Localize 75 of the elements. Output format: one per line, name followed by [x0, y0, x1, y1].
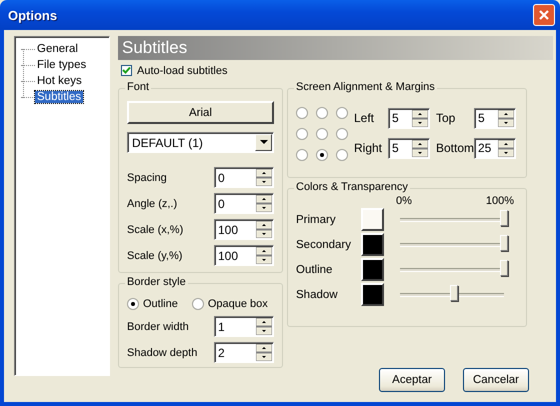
color-swatch[interactable]	[361, 208, 384, 231]
spin-field[interactable]: 5	[388, 108, 430, 128]
page-header: Subtitles	[118, 36, 553, 60]
spin-arrows-icon[interactable]	[256, 221, 272, 238]
checkbox-label[interactable]: Auto-load subtitles	[137, 64, 228, 76]
font-button[interactable]: Arial	[127, 101, 274, 124]
field-label: Spacing	[127, 172, 167, 184]
group-title: Border style	[125, 276, 188, 288]
spin-arrows-icon[interactable]	[498, 110, 514, 126]
window-title: Options	[8, 8, 58, 22]
spin-field[interactable]: 0	[214, 193, 274, 214]
tree-item[interactable]: General	[35, 43, 80, 55]
color-label: Outline	[296, 264, 334, 276]
radio-label[interactable]: Outline	[143, 298, 178, 310]
field-label: Angle (z,.)	[127, 198, 178, 210]
field-label: Scale (x,%)	[127, 224, 184, 236]
radio-button[interactable]	[296, 107, 308, 119]
color-swatch[interactable]	[361, 258, 384, 281]
slider-thumb[interactable]	[500, 234, 508, 250]
radio-button[interactable]	[192, 298, 204, 310]
spin-arrows-icon[interactable]	[256, 195, 272, 212]
tree-item[interactable]: Hot keys	[35, 75, 84, 87]
spin-field[interactable]: 5	[388, 138, 430, 158]
spin-arrows-icon[interactable]	[256, 318, 272, 335]
spin-arrows-icon[interactable]	[498, 140, 514, 156]
slider-thumb[interactable]	[500, 210, 508, 226]
dialog-button[interactable]: Cancelar	[463, 368, 529, 392]
slider-thumb[interactable]	[500, 260, 508, 276]
radio-button[interactable]	[336, 107, 348, 119]
radio-button[interactable]	[127, 298, 139, 310]
checkbox[interactable]	[121, 65, 132, 76]
radio-button[interactable]	[316, 107, 328, 119]
spin-field[interactable]: 100	[214, 219, 274, 240]
field-label: Bottom	[435, 141, 472, 155]
tree-item[interactable]: Subtitles	[35, 91, 84, 103]
close-icon[interactable]	[538, 9, 550, 21]
field-label: Left	[354, 111, 376, 125]
group-title: Colors & Transparency	[294, 181, 410, 193]
dialog-button[interactable]: Aceptar	[379, 368, 445, 392]
style-dropdown[interactable]: DEFAULT (1)	[127, 132, 274, 153]
spin-field[interactable]: 25	[474, 138, 516, 158]
color-label: Primary	[296, 214, 337, 226]
color-swatch[interactable]	[361, 233, 384, 256]
field-label: Scale (y,%)	[127, 250, 182, 262]
group-title: Font	[125, 81, 152, 93]
radio-button[interactable]	[316, 149, 328, 161]
spin-arrows-icon[interactable]	[256, 344, 272, 361]
spin-field[interactable]: 100	[214, 245, 274, 266]
scale-label: 0%	[396, 195, 412, 207]
spin-field[interactable]: 5	[474, 108, 516, 128]
color-swatch[interactable]	[361, 283, 384, 306]
field-label: Border width	[127, 320, 189, 332]
color-label: Secondary	[296, 238, 352, 250]
field-label: Shadow depth	[127, 346, 198, 358]
close-button[interactable]	[533, 4, 555, 26]
radio-button[interactable]	[296, 128, 308, 140]
spin-arrows-icon[interactable]	[412, 110, 428, 126]
color-label: Shadow	[296, 288, 339, 300]
radio-button[interactable]	[296, 149, 308, 161]
scale-label: 100%	[486, 195, 514, 207]
field-label: Top	[435, 111, 456, 125]
spin-arrows-icon[interactable]	[256, 247, 272, 264]
spin-arrows-icon[interactable]	[256, 169, 272, 186]
group-title: Screen Alignment & Margins	[294, 81, 437, 93]
radio-label[interactable]: Opaque box	[208, 298, 268, 310]
spin-arrows-icon[interactable]	[412, 140, 428, 156]
radio-button[interactable]	[336, 149, 348, 161]
radio-button[interactable]	[316, 128, 328, 140]
spin-field[interactable]: 1	[214, 316, 274, 337]
tree-item[interactable]: File types	[35, 59, 88, 71]
spin-field[interactable]: 2	[214, 342, 274, 363]
slider-thumb[interactable]	[450, 284, 458, 300]
radio-button[interactable]	[336, 128, 348, 140]
spin-field[interactable]: 0	[214, 167, 274, 188]
field-label: Right	[354, 141, 384, 155]
